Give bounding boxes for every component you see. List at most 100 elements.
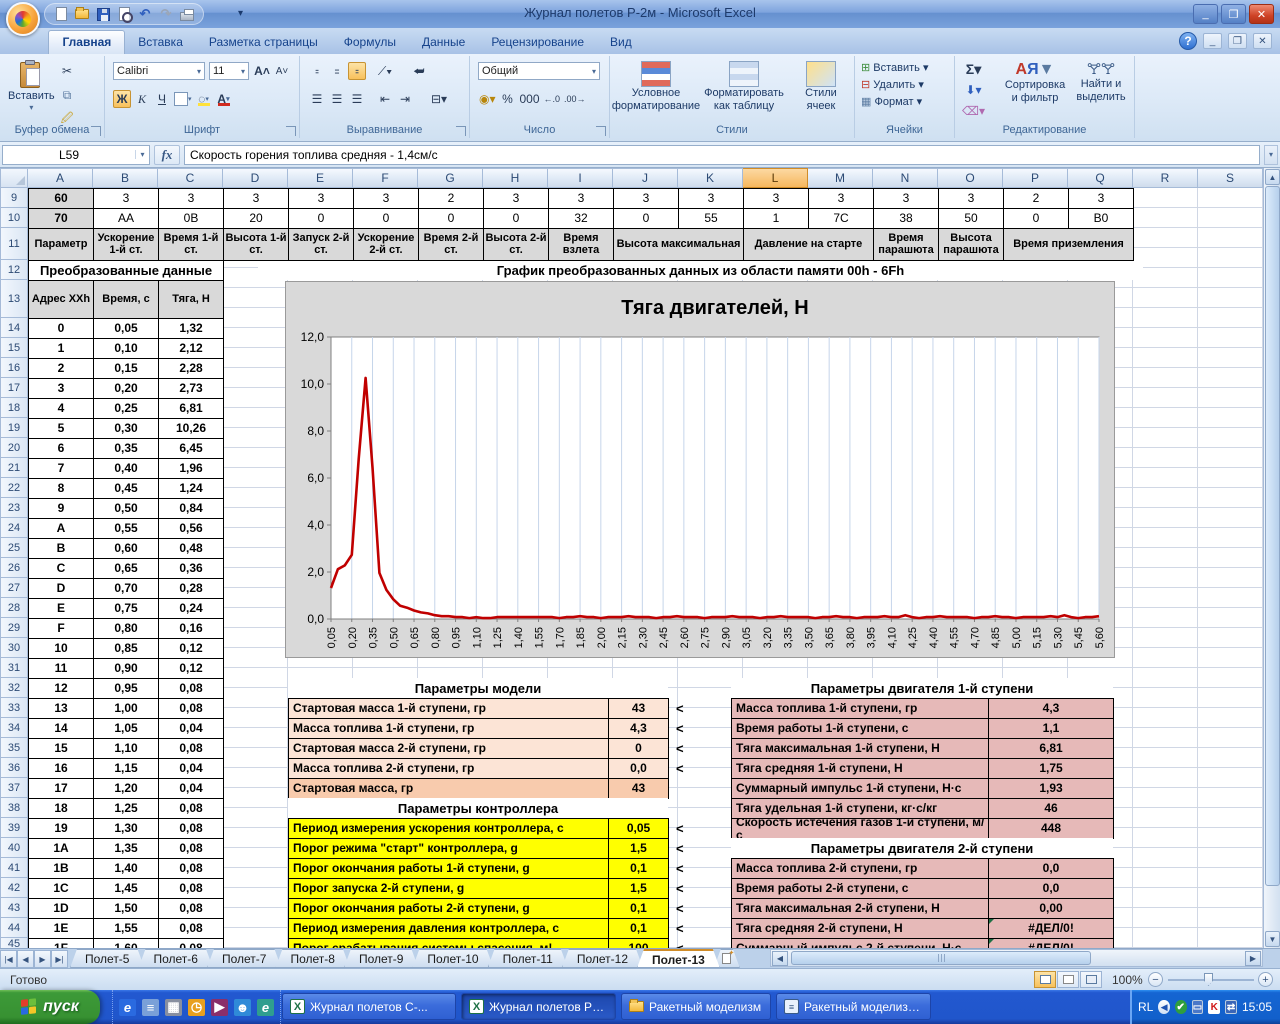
accounting-format-icon[interactable]: ◉▾: [478, 90, 497, 108]
param-header-cell[interactable]: Ускорение 1-й ст.: [93, 228, 159, 261]
save-icon[interactable]: [95, 6, 111, 22]
param-value[interactable]: 100: [608, 938, 669, 948]
column-header-P[interactable]: P: [1003, 168, 1068, 188]
data-table-cell[interactable]: 19: [28, 818, 94, 839]
undo-icon[interactable]: ↶: [137, 6, 153, 22]
data-table-cell[interactable]: 10,26: [158, 418, 224, 439]
param-header-cell[interactable]: Давление на старте: [743, 228, 874, 261]
thrust-chart[interactable]: 0,02,04,06,08,010,012,00,050,200,350,500…: [285, 281, 1115, 658]
param-value[interactable]: 0,0: [988, 858, 1114, 879]
param-header-cell[interactable]: Время взлета: [548, 228, 614, 261]
decrease-decimal-icon[interactable]: .00→: [563, 90, 587, 108]
shrink-font-icon[interactable]: A˅: [273, 62, 291, 80]
param-value[interactable]: 0,00: [988, 898, 1114, 919]
data-table-header[interactable]: Адрес XXh: [28, 280, 94, 319]
param-label[interactable]: Порог срабатывания системы спасения, м!: [288, 938, 609, 948]
row-header-16[interactable]: 16: [0, 358, 28, 378]
data-table-cell[interactable]: 1A: [28, 838, 94, 859]
data-table-cell[interactable]: 0,45: [93, 478, 159, 499]
param-header-cell[interactable]: Время парашюта: [873, 228, 939, 261]
format-cells-button[interactable]: ▦ Формат ▾: [861, 95, 929, 108]
data-table-cell[interactable]: 0,04: [158, 778, 224, 799]
align-bottom-icon[interactable]: ⹀: [348, 62, 366, 80]
data-table-cell[interactable]: F: [28, 618, 94, 639]
customize-qat-icon[interactable]: ▾: [238, 8, 243, 19]
param-value[interactable]: 0,1: [608, 898, 669, 919]
param-label[interactable]: Время работы 2-й ступени, с: [731, 878, 989, 899]
data-table-cell[interactable]: 0,36: [158, 558, 224, 579]
param-value[interactable]: 46: [988, 798, 1114, 819]
worksheet-grid[interactable]: Преобразованные данные График преобразов…: [28, 188, 1263, 948]
zoom-in-icon[interactable]: +: [1258, 972, 1273, 987]
data-table-cell[interactable]: 0,08: [158, 898, 224, 919]
row-header-33[interactable]: 33: [0, 698, 28, 718]
ribbon-tab-данные[interactable]: Данные: [409, 31, 478, 55]
param-label[interactable]: Порог окончания работы 1-й ступени, g: [288, 858, 609, 879]
data-table-cell[interactable]: 0,08: [158, 838, 224, 859]
insert-cells-button[interactable]: ⊞ Вставить ▾: [861, 61, 929, 74]
bold-button[interactable]: Ж: [113, 90, 131, 108]
data-table-cell[interactable]: 0,15: [93, 358, 159, 379]
data-table-cell[interactable]: 13: [28, 698, 94, 719]
param-label[interactable]: Порог режима "старт" контроллера, g: [288, 838, 609, 859]
zoom-out-icon[interactable]: −: [1148, 972, 1163, 987]
cell-transformed-data-title[interactable]: Преобразованные данные: [28, 260, 224, 281]
row-header-14[interactable]: 14: [0, 318, 28, 338]
cell[interactable]: 0B: [158, 208, 224, 229]
data-table-cell[interactable]: 0,60: [93, 538, 159, 559]
data-table-cell[interactable]: 0,20: [93, 378, 159, 399]
row-header-13[interactable]: 13: [0, 280, 28, 318]
row-header-25[interactable]: 25: [0, 538, 28, 558]
row-header-32[interactable]: 32: [0, 678, 28, 698]
row-header-24[interactable]: 24: [0, 518, 28, 538]
column-header-F[interactable]: F: [353, 168, 418, 188]
data-table-cell[interactable]: 0,24: [158, 598, 224, 619]
data-table-cell[interactable]: 0,08: [158, 698, 224, 719]
param-value[interactable]: 43: [608, 778, 669, 799]
data-table-cell[interactable]: 0,08: [158, 938, 224, 948]
controller-title[interactable]: Параметры контроллера: [288, 798, 668, 818]
row-header-23[interactable]: 23: [0, 498, 28, 518]
data-table-cell[interactable]: 1F: [28, 938, 94, 948]
office-button[interactable]: [6, 2, 40, 36]
row-header-17[interactable]: 17: [0, 378, 28, 398]
page-layout-view-icon[interactable]: [1057, 971, 1079, 988]
param-value[interactable]: 1,1: [988, 718, 1114, 739]
param-value[interactable]: 1,5: [608, 838, 669, 859]
data-table-cell[interactable]: 0,75: [93, 598, 159, 619]
explorer-icon[interactable]: e: [257, 999, 274, 1016]
data-table-cell[interactable]: 1,00: [93, 698, 159, 719]
cell[interactable]: 60: [28, 188, 94, 209]
page-break-view-icon[interactable]: [1080, 971, 1102, 988]
cell[interactable]: 3: [808, 188, 874, 209]
taskbar-window-1[interactable]: XЖурнал полетов С-...: [282, 993, 456, 1020]
param-label[interactable]: Порог запуска 2-й ступени, g: [288, 878, 609, 899]
param-value[interactable]: 4,3: [988, 698, 1114, 719]
param-label[interactable]: Масса топлива 1-й ступени, гр: [288, 718, 609, 739]
comma-style-icon[interactable]: 000: [519, 90, 541, 108]
cell[interactable]: 55: [678, 208, 744, 229]
row-header-10[interactable]: 10: [0, 208, 28, 228]
row-header-27[interactable]: 27: [0, 578, 28, 598]
data-table-cell[interactable]: 11: [28, 658, 94, 679]
copy-icon[interactable]: ⧉: [58, 86, 76, 104]
font-dialog-launcher[interactable]: [286, 126, 296, 136]
data-table-cell[interactable]: 0,70: [93, 578, 159, 599]
minimize-button[interactable]: _: [1193, 4, 1218, 24]
param-label[interactable]: Масса топлива 2-й ступени, гр: [288, 758, 609, 779]
alignment-dialog-launcher[interactable]: [456, 126, 466, 136]
clipboard-dialog-launcher[interactable]: [91, 126, 101, 136]
data-table-cell[interactable]: 0,55: [93, 518, 159, 539]
print-icon[interactable]: [179, 6, 195, 22]
param-label[interactable]: Время работы 1-й ступени, с: [731, 718, 989, 739]
column-header-E[interactable]: E: [288, 168, 353, 188]
calculator-icon[interactable]: ▦: [165, 999, 182, 1016]
zoom-level[interactable]: 100%: [1112, 973, 1143, 987]
data-table-cell[interactable]: 1,30: [93, 818, 159, 839]
param-label[interactable]: Стартовая масса 1-й ступени, гр: [288, 698, 609, 719]
cell[interactable]: 0: [1003, 208, 1069, 229]
cell[interactable]: 3: [548, 188, 614, 209]
row-header-34[interactable]: 34: [0, 718, 28, 738]
data-table-cell[interactable]: 1,60: [93, 938, 159, 948]
media-icon[interactable]: ▶: [211, 999, 228, 1016]
